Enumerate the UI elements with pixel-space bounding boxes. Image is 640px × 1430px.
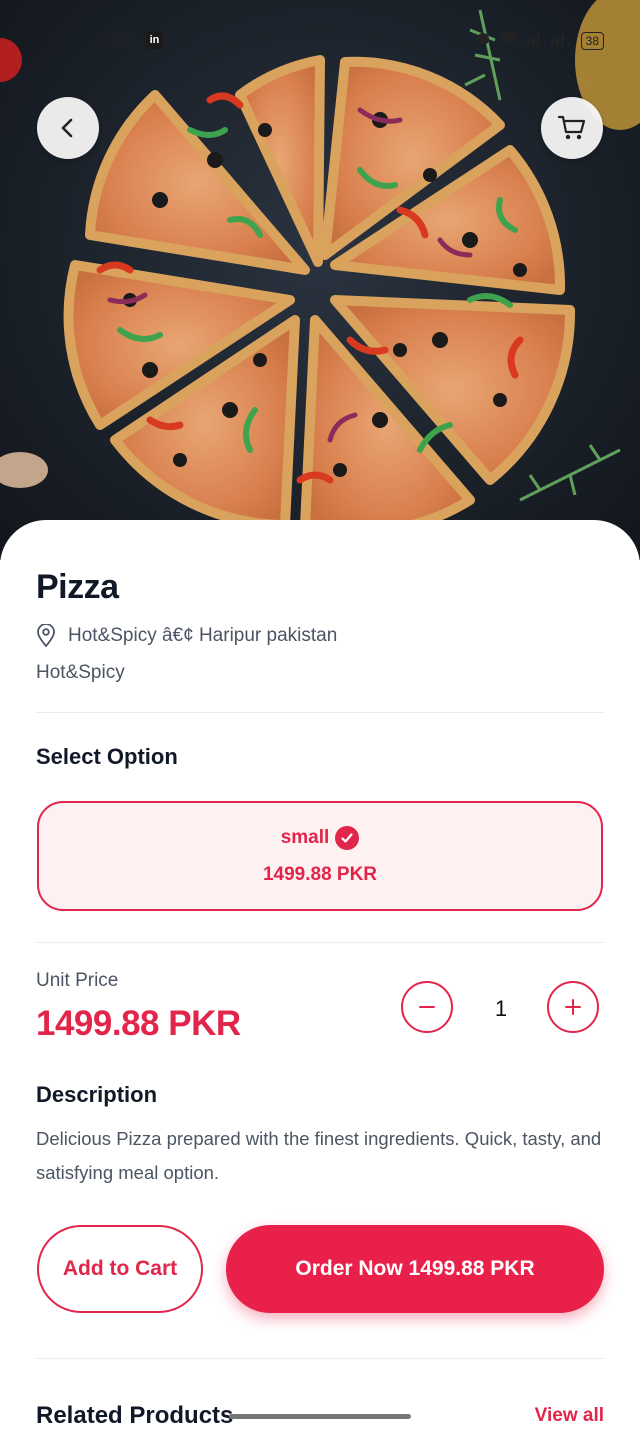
option-name: small bbox=[280, 827, 330, 848]
product-title: Pizza bbox=[36, 568, 119, 606]
divider bbox=[36, 712, 604, 713]
minus-icon bbox=[419, 1006, 435, 1008]
option-card-small[interactable]: small 1499.88 PKR bbox=[37, 801, 603, 911]
plus-icon bbox=[565, 999, 581, 1015]
product-location: Hot&Spicy â€¢ Haripur pakistan bbox=[68, 625, 338, 646]
linkedin-icon: in bbox=[146, 32, 163, 49]
view-all-link[interactable]: View all bbox=[535, 1405, 604, 1427]
check-circle-icon bbox=[335, 826, 360, 850]
alarm-icon bbox=[475, 30, 491, 51]
increase-quantity-button[interactable] bbox=[547, 981, 599, 1033]
wifi-icon bbox=[499, 30, 519, 51]
status-indicators: 38 bbox=[475, 30, 604, 51]
divider bbox=[36, 1358, 604, 1359]
unit-price-label: Unit Price bbox=[36, 970, 119, 991]
select-option-heading: Select Option bbox=[36, 744, 178, 769]
signal-icon bbox=[526, 30, 573, 51]
cart-button[interactable] bbox=[541, 97, 603, 159]
product-detail-sheet: Pizza Hot&Spicy â€¢ Haripur pakistan Hot… bbox=[0, 520, 640, 1430]
location-pin-icon bbox=[37, 624, 55, 648]
status-time: 2:49 bbox=[97, 30, 131, 49]
order-now-button[interactable]: Order Now 1499.88 PKR bbox=[226, 1225, 604, 1313]
product-location-row: Hot&Spicy â€¢ Haripur pakistan bbox=[36, 624, 337, 648]
decrease-quantity-button[interactable] bbox=[401, 981, 453, 1033]
hero-image: 2:49 in 38 bbox=[0, 0, 640, 560]
description-heading: Description bbox=[36, 1082, 158, 1107]
status-bar: 2:49 in 38 bbox=[0, 26, 640, 56]
cart-icon bbox=[557, 115, 586, 140]
unit-price: 1499.88 PKR bbox=[36, 1004, 241, 1043]
home-indicator[interactable] bbox=[229, 1414, 411, 1419]
pizza-photo bbox=[0, 0, 640, 537]
related-products-heading: Related Products bbox=[36, 1402, 234, 1429]
battery-indicator: 38 bbox=[580, 31, 604, 50]
description-text: Delicious Pizza prepared with the finest… bbox=[36, 1128, 602, 1183]
divider bbox=[36, 942, 604, 943]
quantity-value: 1 bbox=[494, 996, 508, 1021]
back-button[interactable] bbox=[37, 97, 99, 159]
chevron-left-icon bbox=[61, 118, 73, 138]
option-name-row: small bbox=[281, 826, 360, 850]
option-price: 1499.88 PKR bbox=[262, 864, 378, 885]
product-category: Hot&Spicy bbox=[36, 662, 125, 683]
add-to-cart-button[interactable]: Add to Cart bbox=[37, 1225, 203, 1313]
